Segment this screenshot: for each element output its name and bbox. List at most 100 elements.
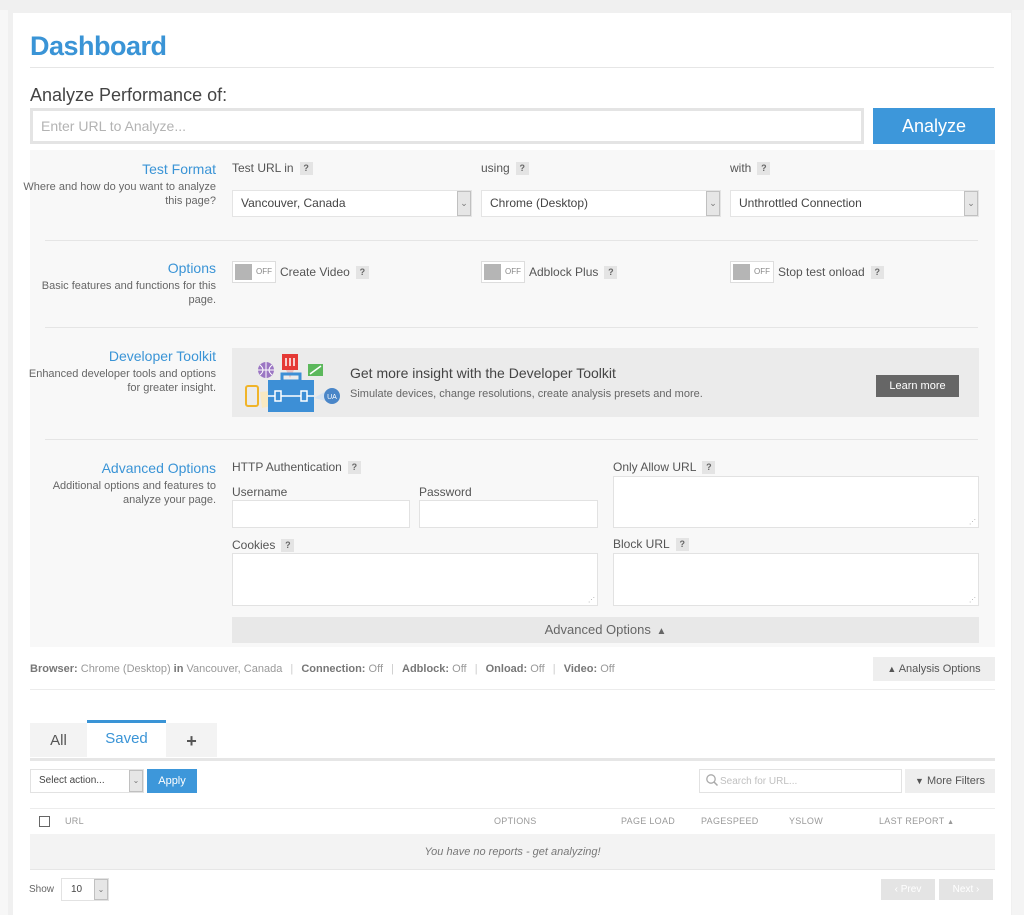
- section-divider: [45, 439, 978, 440]
- block-url-label: Block URL?: [613, 537, 689, 551]
- chevron-down-icon: ⌄: [457, 191, 471, 216]
- summary-divider: [30, 689, 995, 690]
- learn-more-button[interactable]: Learn more: [876, 375, 959, 397]
- test-format-description: Where and how do you want to analyze thi…: [23, 181, 216, 207]
- section-divider: [45, 327, 978, 328]
- password-input[interactable]: [419, 500, 598, 528]
- http-auth-label: HTTP Authentication?: [232, 460, 361, 474]
- options-header: Options Basic features and functions for…: [16, 260, 216, 307]
- resize-grip-icon[interactable]: ⋰: [969, 596, 976, 604]
- url-search-field[interactable]: [699, 769, 902, 793]
- show-label: Show: [29, 884, 55, 895]
- help-icon[interactable]: ?: [281, 539, 295, 552]
- username-input[interactable]: [232, 500, 410, 528]
- help-icon[interactable]: ?: [757, 162, 771, 175]
- column-url[interactable]: URL: [65, 816, 84, 826]
- chevron-up-icon: ▲: [887, 664, 897, 674]
- toggle-knob: [484, 264, 501, 280]
- next-page-button[interactable]: Next ›: [939, 879, 993, 900]
- chevron-down-icon: ⌄: [94, 879, 108, 900]
- prev-page-button[interactable]: ‹ Prev: [881, 879, 935, 900]
- advanced-options-header: Advanced Options Additional options and …: [16, 460, 216, 507]
- only-allow-url-textarea[interactable]: [613, 476, 979, 528]
- browser-select[interactable]: Chrome (Desktop) ⌄: [481, 190, 721, 217]
- column-pagespeed[interactable]: PAGESPEED: [701, 816, 759, 826]
- resize-grip-icon[interactable]: ⋰: [969, 518, 976, 526]
- help-icon[interactable]: ?: [675, 538, 689, 551]
- block-url-textarea[interactable]: [613, 553, 979, 606]
- sort-ascending-icon: ▲: [947, 819, 955, 826]
- search-icon: [706, 774, 719, 787]
- options-description: Basic features and functions for this pa…: [41, 280, 216, 306]
- cookies-textarea[interactable]: [232, 553, 598, 606]
- url-input[interactable]: [30, 108, 864, 144]
- analysis-summary: Browser: Chrome (Desktop) in Vancouver, …: [30, 663, 615, 675]
- stop-onload-toggle[interactable]: OFF: [730, 261, 774, 283]
- options-section: Options Basic features and functions for…: [30, 241, 995, 327]
- chevron-down-icon: ▼: [914, 776, 924, 786]
- title-divider: [30, 67, 994, 68]
- stop-onload-option: OFF Stop test onload?: [730, 261, 884, 283]
- analysis-options-button[interactable]: ▲ Analysis Options: [873, 657, 995, 681]
- column-yslow[interactable]: YSLOW: [789, 816, 823, 826]
- test-format-header: Test Format Where and how do you want to…: [16, 161, 216, 208]
- reports-table-header: URL OPTIONS PAGE LOAD PAGESPEED YSLOW LA…: [30, 808, 995, 834]
- scrollbar-track[interactable]: [1012, 10, 1024, 915]
- location-label: Test URL in?: [232, 161, 313, 175]
- block-url-field: ⋰: [613, 553, 979, 606]
- developer-toolkit-description: Enhanced developer tools and options for…: [28, 368, 216, 394]
- toolkit-illustration-icon: UA: [245, 354, 340, 412]
- advanced-options-title: Advanced Options: [101, 460, 216, 476]
- help-icon[interactable]: ?: [299, 162, 313, 175]
- tab-all[interactable]: All: [30, 723, 87, 757]
- help-icon[interactable]: ?: [347, 461, 361, 474]
- only-allow-url-label: Only Allow URL?: [613, 460, 716, 474]
- add-tab-button[interactable]: +: [166, 723, 217, 757]
- password-label: Password: [419, 485, 472, 499]
- only-allow-url-field: ⋰: [613, 476, 979, 528]
- help-icon[interactable]: ?: [870, 266, 884, 280]
- page-size-select[interactable]: 10 ⌄: [61, 878, 109, 901]
- column-options[interactable]: OPTIONS: [494, 816, 537, 826]
- select-all-checkbox[interactable]: [39, 816, 50, 827]
- page-title: Dashboard: [30, 31, 167, 61]
- tab-saved[interactable]: Saved: [87, 720, 166, 757]
- svg-text:UA: UA: [327, 394, 337, 401]
- promo-title: Get more insight with the Developer Tool…: [350, 365, 616, 381]
- create-video-toggle[interactable]: OFF: [232, 261, 276, 283]
- toggle-knob: [733, 264, 750, 280]
- help-icon[interactable]: ?: [355, 266, 369, 280]
- chevron-down-icon: ⌄: [706, 191, 720, 216]
- chevron-down-icon: ⌄: [964, 191, 978, 216]
- bulk-action-select[interactable]: Select action... ⌄: [30, 769, 144, 793]
- create-video-option: OFF Create Video?: [232, 261, 369, 283]
- help-icon[interactable]: ?: [702, 461, 716, 474]
- help-icon[interactable]: ?: [515, 162, 529, 175]
- column-page-load[interactable]: PAGE LOAD: [621, 816, 675, 826]
- username-label: Username: [232, 485, 288, 499]
- analyze-label: Analyze Performance of:: [30, 85, 228, 105]
- test-format-section: Test Format Where and how do you want to…: [23, 150, 995, 240]
- promo-description: Simulate devices, change resolutions, cr…: [350, 388, 703, 400]
- adblock-toggle[interactable]: OFF: [481, 261, 525, 283]
- cookies-field: ⋰: [232, 553, 598, 606]
- column-last-report[interactable]: LAST REPORT ▲: [879, 816, 954, 826]
- toggle-knob: [235, 264, 252, 280]
- more-filters-button[interactable]: ▼ More Filters: [905, 769, 995, 793]
- connection-select[interactable]: Unthrottled Connection ⌄: [730, 190, 979, 217]
- developer-toolkit-promo: UA Get more insight with the Developer T…: [232, 348, 979, 417]
- test-format-title: Test Format: [142, 161, 216, 177]
- search-input[interactable]: [720, 772, 896, 790]
- location-select[interactable]: Vancouver, Canada ⌄: [232, 190, 472, 217]
- apply-button[interactable]: Apply: [147, 769, 197, 793]
- left-page-edge: [0, 10, 8, 915]
- chevron-up-icon: ▲: [656, 626, 667, 637]
- analysis-settings-panel: Test Format Where and how do you want to…: [23, 150, 995, 647]
- advanced-options-description: Additional options and features to analy…: [52, 480, 216, 506]
- developer-toolkit-header: Developer Toolkit Enhanced developer too…: [16, 348, 216, 395]
- browser-label: using?: [481, 161, 529, 175]
- analyze-button[interactable]: Analyze: [873, 108, 995, 144]
- advanced-options-collapse-bar[interactable]: Advanced Options ▲: [232, 617, 979, 643]
- resize-grip-icon[interactable]: ⋰: [588, 596, 595, 604]
- help-icon[interactable]: ?: [604, 266, 618, 280]
